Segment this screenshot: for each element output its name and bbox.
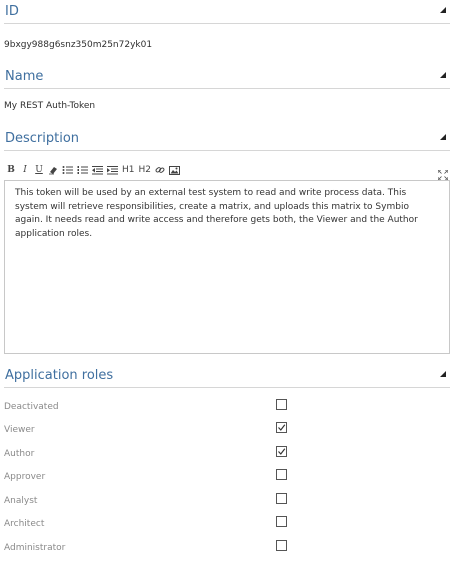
- role-row-viewer: Viewer: [4, 422, 450, 442]
- role-row-author: Author: [4, 446, 450, 466]
- heading2-button[interactable]: H2: [139, 163, 152, 177]
- role-checkbox-approver[interactable]: [276, 469, 287, 480]
- heading1-button[interactable]: H1: [122, 163, 135, 177]
- role-row-administrator: Administrator: [4, 540, 450, 560]
- roles-section-header: Application roles: [4, 364, 450, 388]
- clear-format-button[interactable]: [48, 163, 58, 177]
- expand-icon: [437, 169, 449, 181]
- role-label: Viewer: [4, 425, 35, 435]
- role-row-analyst: Analyst: [4, 493, 450, 513]
- role-row-approver: Approver: [4, 469, 450, 489]
- triangle-collapse-icon: [440, 134, 446, 140]
- image-icon: [169, 165, 180, 175]
- editor-toolbar: B I U H1 H2: [6, 163, 446, 177]
- bullet-list-icon: [62, 166, 73, 174]
- description-text: This token will be used by an external t…: [15, 188, 418, 239]
- id-section-title: ID: [5, 4, 19, 19]
- role-checkbox-architect[interactable]: [276, 516, 287, 527]
- italic-button[interactable]: I: [20, 163, 30, 177]
- name-section-header: Name: [4, 65, 450, 89]
- role-label: Architect: [4, 519, 45, 529]
- checkmark-icon: [278, 448, 286, 455]
- outdent-icon: [92, 166, 103, 175]
- triangle-collapse-icon: [440, 72, 446, 78]
- triangle-collapse-icon: [440, 7, 446, 13]
- numbered-list-button[interactable]: [77, 163, 88, 177]
- description-section-title: Description: [5, 131, 80, 146]
- role-label: Analyst: [4, 496, 38, 506]
- indent-icon: [107, 166, 118, 175]
- roles-section-title: Application roles: [5, 368, 114, 383]
- collapse-roles-section-button[interactable]: [440, 371, 446, 377]
- underline-button[interactable]: U: [34, 163, 44, 177]
- numbered-list-icon: [77, 166, 88, 174]
- role-label: Administrator: [4, 543, 66, 553]
- name-section-title: Name: [5, 69, 44, 84]
- role-label: Approver: [4, 472, 46, 482]
- outdent-button[interactable]: [92, 163, 103, 177]
- name-value: My REST Auth-Token: [4, 101, 96, 111]
- role-checkbox-viewer[interactable]: [276, 422, 287, 433]
- fullscreen-button[interactable]: [437, 165, 449, 181]
- id-value: 9bxgy988g6snz350m25n72yk01: [4, 40, 153, 50]
- role-row-architect: Architect: [4, 516, 450, 536]
- checkmark-icon: [278, 424, 286, 431]
- role-checkbox-administrator[interactable]: [276, 540, 287, 551]
- triangle-collapse-icon: [440, 371, 446, 377]
- bold-button[interactable]: B: [6, 163, 16, 177]
- image-button[interactable]: [169, 163, 180, 177]
- collapse-id-section-button[interactable]: [440, 7, 446, 13]
- indent-button[interactable]: [107, 163, 118, 177]
- role-checkbox-deactivated[interactable]: [276, 399, 287, 410]
- link-button[interactable]: [155, 163, 165, 177]
- role-row-deactivated: Deactivated: [4, 399, 450, 419]
- role-checkbox-author[interactable]: [276, 446, 287, 457]
- collapse-description-section-button[interactable]: [440, 134, 446, 140]
- bullet-list-button[interactable]: [62, 163, 73, 177]
- role-label: Deactivated: [4, 402, 59, 412]
- description-editor[interactable]: This token will be used by an external t…: [4, 180, 450, 354]
- role-label: Author: [4, 449, 35, 459]
- description-section-header: Description: [4, 127, 450, 151]
- link-icon: [155, 167, 165, 173]
- id-section-header: ID: [4, 0, 450, 24]
- collapse-name-section-button[interactable]: [440, 72, 446, 78]
- eraser-icon: [49, 167, 57, 175]
- role-checkbox-analyst[interactable]: [276, 493, 287, 504]
